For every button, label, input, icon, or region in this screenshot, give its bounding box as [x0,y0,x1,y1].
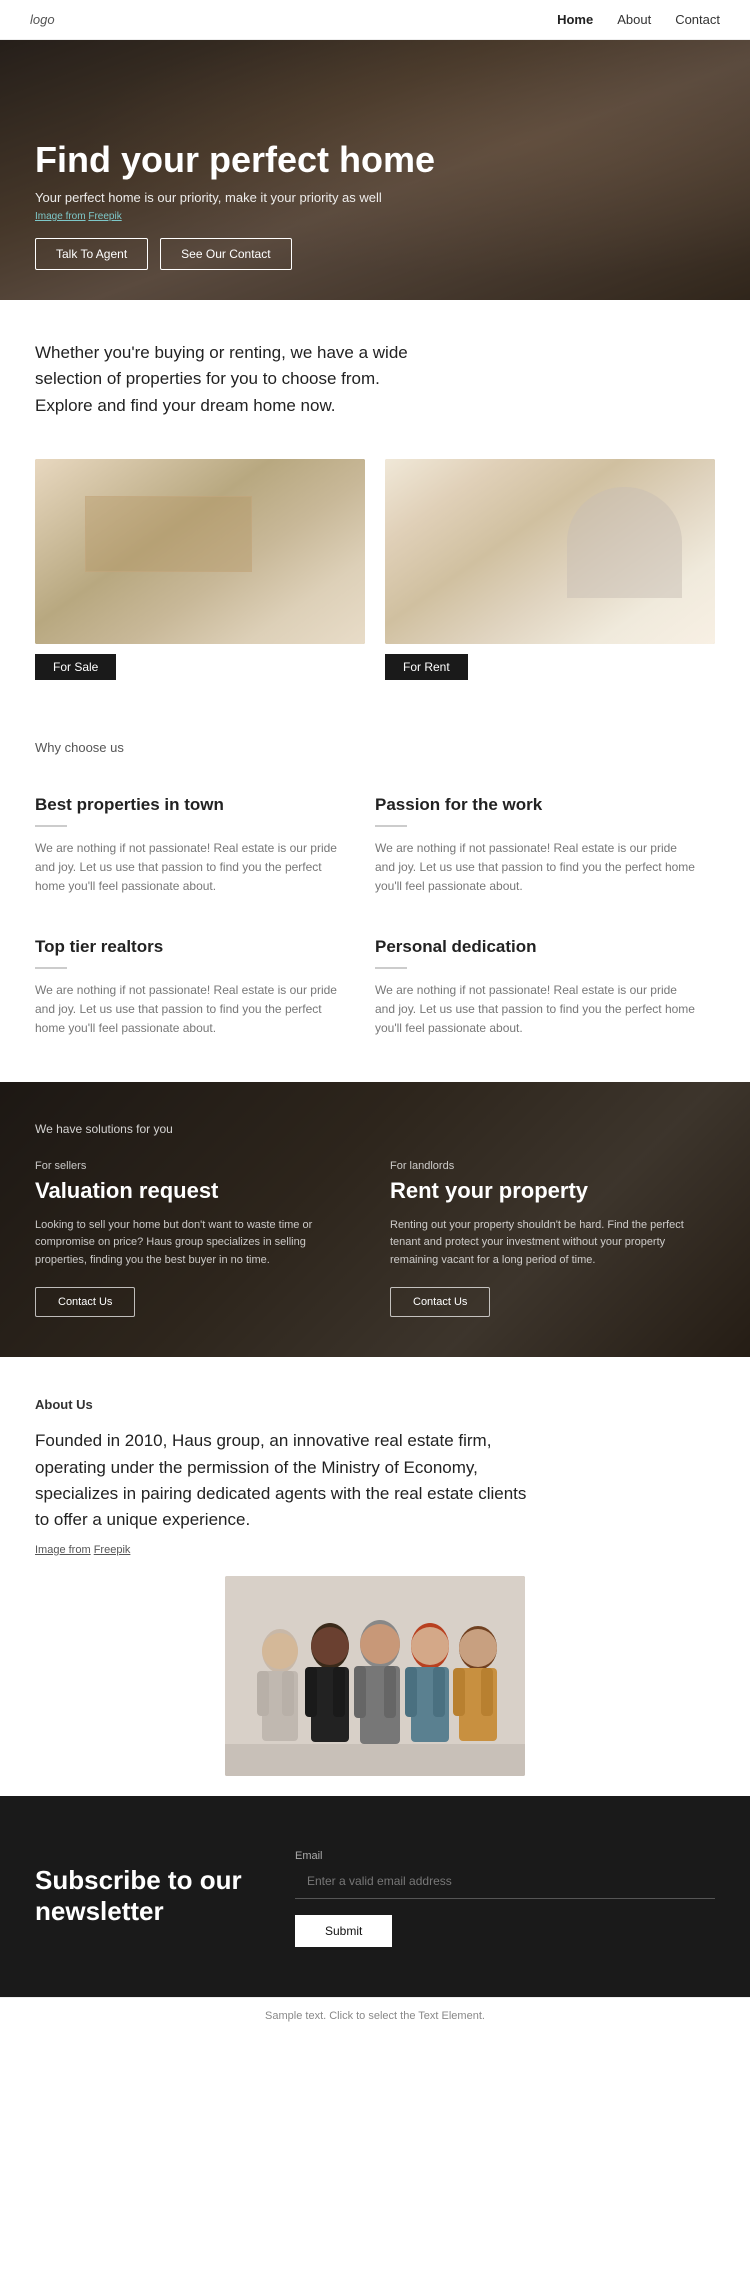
talk-to-agent-button[interactable]: Talk To Agent [35,238,148,270]
why-item-1: Passion for the work We are nothing if n… [375,779,715,921]
intro-text: Whether you're buying or renting, we hav… [35,340,435,419]
for-sale-button[interactable]: For Sale [35,654,116,680]
logo: logo [30,12,55,27]
about-section: About Us Founded in 2010, Haus group, an… [0,1357,750,1795]
property-cards: For Sale For Rent [0,439,750,710]
for-rent-button[interactable]: For Rent [385,654,468,680]
hero-section: Find your perfect home Your perfect home… [0,40,750,300]
why-text-0: We are nothing if not passionate! Real e… [35,839,345,897]
why-item-3: Personal dedication We are nothing if no… [375,921,715,1063]
why-title-0: Best properties in town [35,795,345,815]
about-text: Founded in 2010, Haus group, an innovati… [35,1428,535,1533]
why-text-1: We are nothing if not passionate! Real e… [375,839,695,897]
solutions-col-0-text: Looking to sell your home but don't want… [35,1217,360,1270]
nav-home[interactable]: Home [557,12,593,27]
solutions-col-sellers: For sellers Valuation request Looking to… [35,1160,360,1317]
solutions-cols: For sellers Valuation request Looking to… [35,1160,715,1317]
hero-title: Find your perfect home [35,140,435,180]
contact-landlords-button[interactable]: Contact Us [390,1287,490,1317]
footer: Sample text. Click to select the Text El… [0,1997,750,2034]
sale-image [35,459,365,644]
newsletter-left: Subscribe to our newsletter [35,1865,255,1927]
about-image-wrapper [35,1576,715,1776]
solutions-eyebrow: We have solutions for you [35,1122,715,1136]
newsletter-right: Email Submit [295,1846,715,1947]
why-item-0: Best properties in town We are nothing i… [35,779,375,921]
why-title-3: Personal dedication [375,937,695,957]
why-grid: Best properties in town We are nothing i… [35,779,715,1062]
see-contact-button[interactable]: See Our Contact [160,238,291,270]
footer-text: Sample text. Click to select the Text El… [35,2010,715,2022]
property-card-rent: For Rent [385,459,715,680]
solutions-col-1-eyebrow: For landlords [390,1160,715,1172]
why-divider-0 [35,825,67,827]
solutions-col-1-title: Rent your property [390,1178,715,1204]
why-divider-1 [375,825,407,827]
why-divider-3 [375,967,407,969]
why-eyebrow: Why choose us [35,740,715,755]
solutions-col-landlords: For landlords Rent your property Renting… [390,1160,715,1317]
team-illustration [225,1576,525,1776]
why-section: Why choose us Best properties in town We… [0,710,750,1082]
nav-contact[interactable]: Contact [675,12,720,27]
navbar: logo Home About Contact [0,0,750,40]
nav-links: Home About Contact [557,12,720,27]
team-image [225,1576,525,1776]
why-text-2: We are nothing if not passionate! Real e… [35,981,345,1039]
about-image-credit: Image from Freepik [35,1544,715,1556]
why-title-2: Top tier realtors [35,937,345,957]
intro-section: Whether you're buying or renting, we hav… [0,300,750,439]
about-eyebrow: About Us [35,1397,715,1412]
solutions-col-1-text: Renting out your property shouldn't be h… [390,1217,715,1270]
solutions-col-0-eyebrow: For sellers [35,1160,360,1172]
hero-image-credit: Image from Freepik [35,211,435,222]
rent-image [385,459,715,644]
newsletter-section: Subscribe to our newsletter Email Submit [0,1796,750,1997]
why-divider-2 [35,967,67,969]
solutions-col-0-title: Valuation request [35,1178,360,1204]
hero-subtitle: Your perfect home is our priority, make … [35,190,435,205]
why-item-2: Top tier realtors We are nothing if not … [35,921,375,1063]
why-text-3: We are nothing if not passionate! Real e… [375,981,695,1039]
email-input[interactable] [295,1864,715,1899]
why-title-1: Passion for the work [375,795,695,815]
submit-button[interactable]: Submit [295,1915,392,1947]
solutions-section: We have solutions for you For sellers Va… [0,1082,750,1357]
property-card-sale: For Sale [35,459,365,680]
newsletter-title: Subscribe to our newsletter [35,1865,255,1927]
contact-sellers-button[interactable]: Contact Us [35,1287,135,1317]
email-label: Email [295,1850,323,1862]
nav-about[interactable]: About [617,12,651,27]
hero-buttons: Talk To Agent See Our Contact [35,238,435,270]
